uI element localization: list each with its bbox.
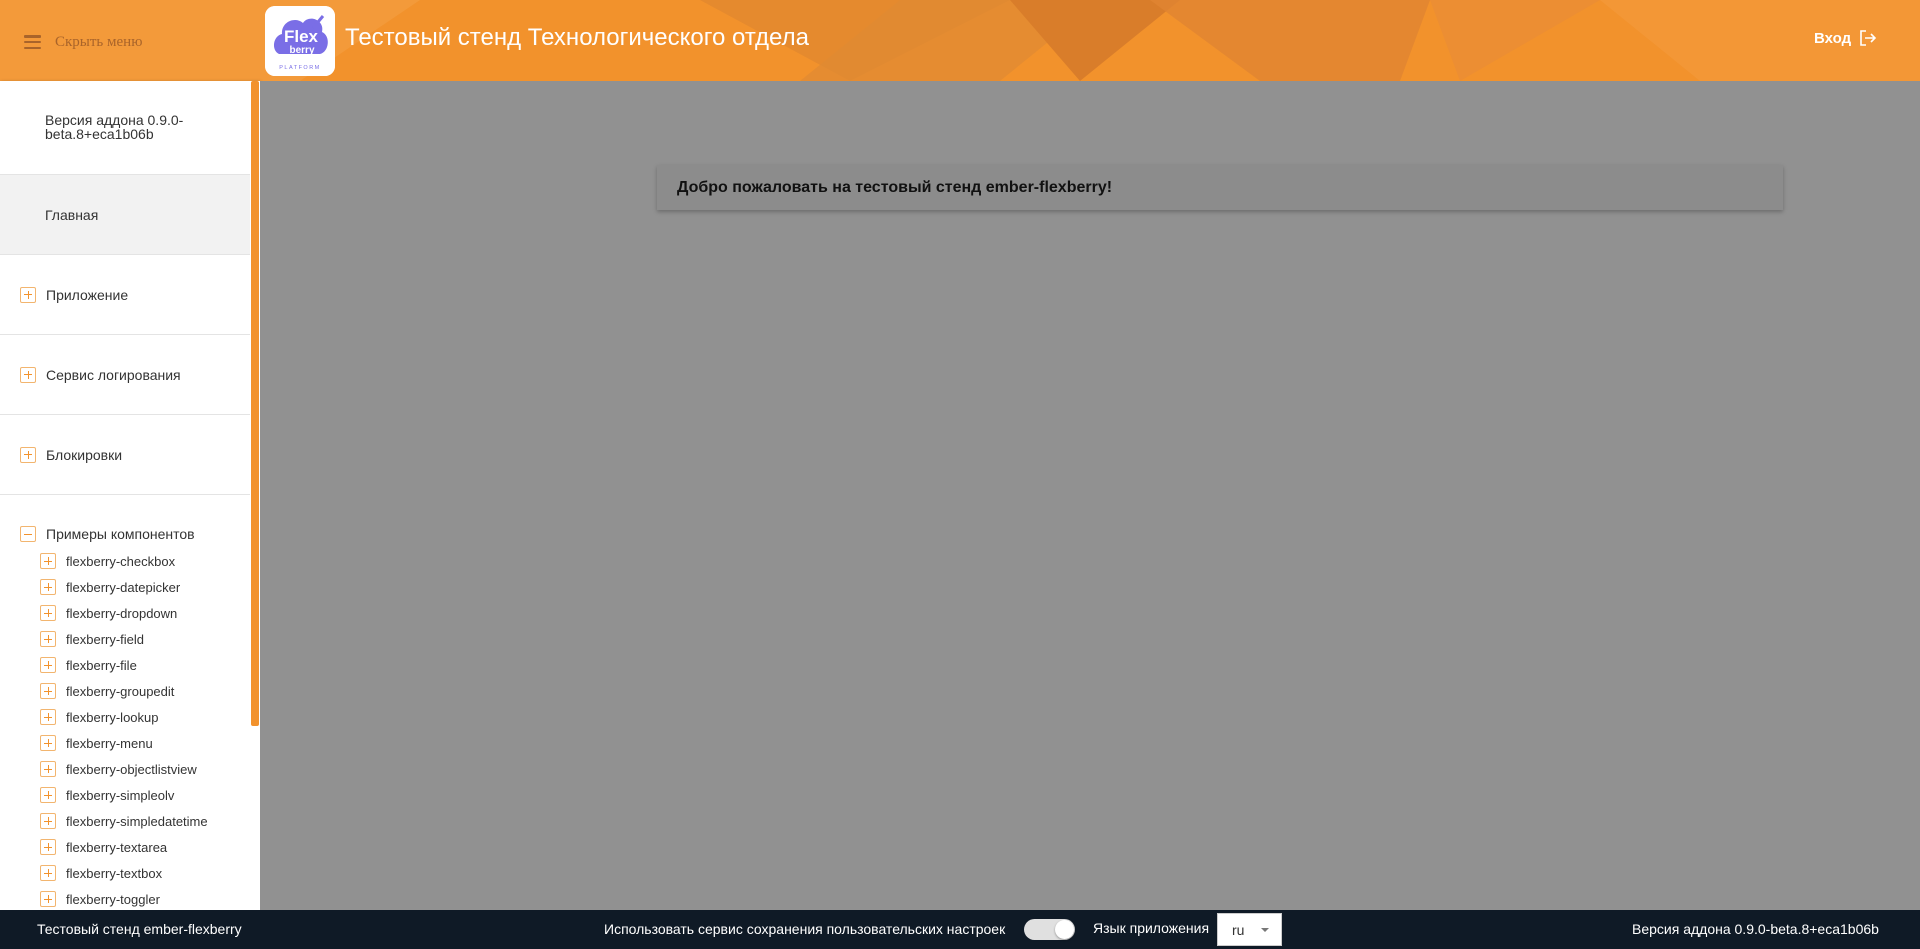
sidebar-subitem-dropdown[interactable]: flexberry-dropdown	[40, 603, 177, 623]
expand-plus-icon[interactable]	[40, 787, 56, 803]
footer: Тестовый стенд ember-flexberry Использов…	[0, 910, 1920, 949]
svg-text:PLATFORM: PLATFORM	[279, 65, 321, 71]
expand-plus-icon[interactable]	[40, 579, 56, 595]
sidebar-menu: Версия аддона 0.9.0-beta.8+eca1b06b Глав…	[0, 81, 260, 910]
sidebar-subitem-groupedit[interactable]: flexberry-groupedit	[40, 681, 174, 701]
flexberry-logo[interactable]: Flex berry PLATFORM	[265, 6, 335, 76]
hide-menu-button[interactable]: Скрыть меню	[24, 30, 142, 54]
sidebar-item-logging-service[interactable]: Сервис логирования	[0, 335, 250, 415]
sidebar-item-application-label: Приложение	[46, 286, 129, 303]
sidebar-item-home-label: Главная	[45, 206, 99, 223]
sidebar-scrollbar-thumb[interactable]	[251, 81, 259, 726]
subitem-label: flexberry-menu	[66, 735, 153, 751]
login-label: Вход	[1814, 29, 1852, 47]
subitem-label: flexberry-datepicker	[66, 579, 181, 595]
hide-menu-label: Скрыть меню	[55, 33, 143, 50]
sidebar-version-text: Версия аддона 0.9.0-beta.8+eca1b06b	[45, 112, 184, 142]
sign-in-icon	[1860, 30, 1877, 46]
collapse-minus-icon[interactable]	[20, 526, 36, 542]
sidebar-subitem-simpledatetime[interactable]: flexberry-simpledatetime	[40, 811, 208, 831]
expand-plus-icon[interactable]	[40, 735, 56, 751]
svg-text:Flex: Flex	[284, 27, 319, 46]
user-settings-toggle[interactable]	[1024, 919, 1075, 940]
language-label: Язык приложения	[1093, 920, 1210, 936]
sidebar-item-application[interactable]: Приложение	[0, 255, 250, 335]
subitem-label: flexberry-groupedit	[66, 683, 175, 699]
subitem-label: flexberry-lookup	[66, 709, 159, 725]
main-content: Добро пожаловать на тестовый стенд ember…	[260, 81, 1920, 910]
expand-plus-icon[interactable]	[40, 657, 56, 673]
subitem-label: flexberry-dropdown	[66, 605, 178, 621]
app-title: Тестовый стенд Технологического отдела	[345, 24, 809, 51]
expand-plus-icon[interactable]	[40, 891, 56, 907]
sidebar-subitem-simpleolv[interactable]: flexberry-simpleolv	[40, 785, 174, 805]
user-settings-label: Использовать сервис сохранения пользоват…	[604, 921, 1006, 937]
sidebar-subitem-textbox[interactable]: flexberry-textbox	[40, 863, 162, 883]
sidebar-subitem-lookup[interactable]: flexberry-lookup	[40, 707, 159, 727]
sidebar-item-component-examples[interactable]: Примеры компонентов	[0, 522, 250, 546]
sidebar-subitem-toggler[interactable]: flexberry-toggler	[40, 889, 160, 909]
sidebar-subitem-textarea[interactable]: flexberry-textarea	[40, 837, 167, 857]
footer-app-name: Тестовый стенд ember-flexberry	[37, 921, 242, 937]
subitem-label: flexberry-toggler	[66, 891, 160, 907]
subitem-label: flexberry-file	[66, 657, 137, 673]
sidebar-subitem-field[interactable]: flexberry-field	[40, 629, 144, 649]
sidebar-item-home[interactable]: Главная	[0, 175, 250, 255]
sidebar-item-locks[interactable]: Блокировки	[0, 415, 250, 495]
footer-version: Версия аддона 0.9.0-beta.8+eca1b06b	[1632, 921, 1879, 937]
subitem-label: flexberry-simpleolv	[66, 787, 175, 803]
language-select[interactable]: ru	[1217, 913, 1282, 946]
expand-plus-icon[interactable]	[40, 865, 56, 881]
expand-plus-icon[interactable]	[40, 605, 56, 621]
subitem-label: flexberry-textarea	[66, 839, 168, 855]
expand-plus-icon[interactable]	[40, 631, 56, 647]
top-header: Скрыть меню Flex berry PLATFORM Тестовый…	[0, 0, 1920, 81]
flexberry-logo-icon: Flex berry PLATFORM	[265, 6, 335, 76]
sidebar-item-logging-label: Сервис логирования	[46, 366, 181, 383]
expand-plus-icon[interactable]	[40, 839, 56, 855]
sidebar-subitem-objectlistview[interactable]: flexberry-objectlistview	[40, 759, 197, 779]
subitem-label: flexberry-textbox	[66, 865, 163, 881]
sidebar-subitem-menu[interactable]: flexberry-menu	[40, 733, 153, 753]
expand-plus-icon[interactable]	[40, 683, 56, 699]
hamburger-icon	[24, 35, 41, 49]
expand-plus-icon[interactable]	[40, 761, 56, 777]
welcome-message: Добро пожаловать на тестовый стенд ember…	[657, 165, 1783, 210]
caret-down-icon	[1261, 928, 1269, 932]
expand-plus-icon[interactable]	[40, 709, 56, 725]
component-examples-label: Примеры компонентов	[46, 526, 195, 542]
sidebar-subitem-checkbox[interactable]: flexberry-checkbox	[40, 551, 175, 571]
expand-plus-icon[interactable]	[20, 286, 36, 303]
sidebar-subitem-datepicker[interactable]: flexberry-datepicker	[40, 577, 180, 597]
login-button[interactable]: Вход	[1814, 29, 1877, 47]
subitem-label: flexberry-checkbox	[66, 553, 176, 569]
expand-plus-icon[interactable]	[40, 553, 56, 569]
language-select-value: ru	[1232, 921, 1245, 938]
toggle-knob	[1055, 920, 1074, 939]
subitem-label: flexberry-objectlistview	[66, 761, 197, 777]
subitem-label: flexberry-field	[66, 631, 145, 647]
sidebar-version: Версия аддона 0.9.0-beta.8+eca1b06b	[0, 81, 250, 175]
expand-plus-icon[interactable]	[20, 446, 36, 463]
subitem-label: flexberry-simpledatetime	[66, 813, 208, 829]
expand-plus-icon[interactable]	[20, 366, 36, 383]
sidebar-subitem-file[interactable]: flexberry-file	[40, 655, 137, 675]
svg-text:berry: berry	[289, 45, 314, 56]
expand-plus-icon[interactable]	[40, 813, 56, 829]
sidebar-item-locks-label: Блокировки	[46, 446, 123, 463]
